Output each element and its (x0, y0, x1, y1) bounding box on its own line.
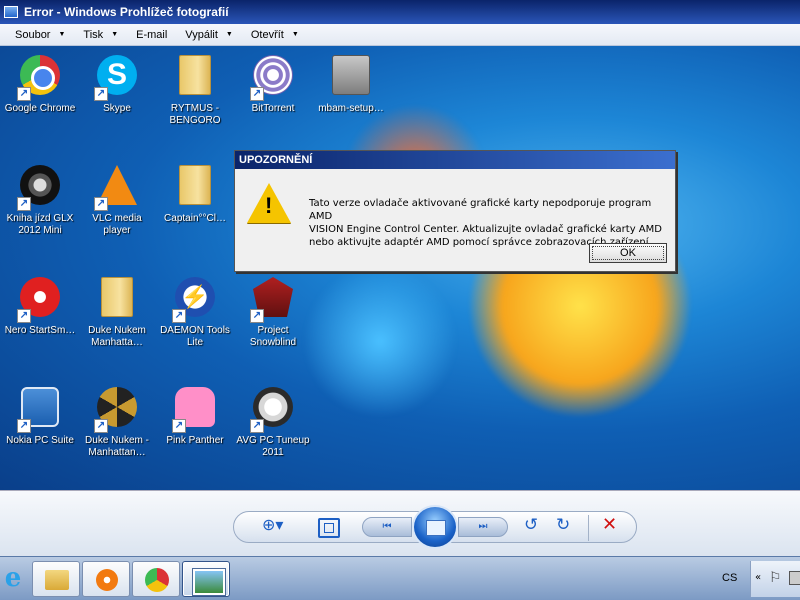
desktop-icon-label: Captain°°Cl… (164, 213, 226, 224)
menu-otevrit[interactable]: Otevřít ▼ (242, 24, 308, 46)
menu-soubor-label: Soubor (15, 28, 51, 41)
previous-button[interactable]: ⏮ (362, 517, 412, 537)
desktop-icon-nokia-pc-suite[interactable]: ↗ Nokia PC Suite (1, 384, 79, 447)
menu-otevrit-label: Otevřít (250, 28, 284, 41)
desktop-icon-label: RYTMUS - BENGORO (169, 103, 221, 126)
desktop-icon-rytmus[interactable]: RYTMUS - BENGORO (156, 52, 234, 127)
desktop-icon-pink-panther[interactable]: ↗ Pink Panther (156, 384, 234, 447)
shortcut-arrow-icon: ↗ (250, 87, 264, 101)
desktop-icon-avg-tuneup[interactable]: ↗ AVG PC Tuneup 2011 (234, 384, 312, 459)
desktop-icon-label: DAEMON Tools Lite (160, 325, 230, 348)
taskbar: e CS « ⚐ (0, 556, 800, 600)
window-title: Error - Windows Prohlížeč fotografií (24, 5, 229, 19)
desktop-icon-google-chrome[interactable]: ↗ Google Chrome (1, 52, 79, 115)
shortcut-arrow-icon: ↗ (17, 419, 31, 433)
tray-chevron-icon[interactable]: « (755, 572, 761, 583)
dialog-message-line: VISION Engine Control Center. Aktualizuj… (309, 224, 662, 235)
shortcut-arrow-icon: ↗ (172, 419, 186, 433)
ok-button[interactable]: OK (589, 243, 667, 263)
desktop-icon-label: Duke Nukem - Manhattan… (85, 435, 149, 458)
shortcut-arrow-icon: ↗ (17, 87, 31, 101)
chevron-down-icon: ▼ (291, 31, 299, 38)
desktop-icon-nero[interactable]: ↗ Nero StartSm… (1, 274, 79, 337)
shortcut-arrow-icon: ↗ (250, 309, 264, 323)
desktop-icon-skype[interactable]: S ↗ Skype (78, 52, 156, 115)
taskbar-explorer-icon[interactable] (32, 561, 80, 597)
rotate-left-button[interactable]: ↺ (524, 515, 544, 539)
folder-icon (179, 165, 211, 205)
system-tray: « ⚐ (750, 561, 800, 597)
rotate-right-button[interactable]: ↻ (556, 515, 576, 539)
zoom-button[interactable]: ⊕▾ (262, 515, 296, 539)
desktop-icon-project-snowblind[interactable]: ↗ Project Snowblind (234, 274, 312, 349)
slideshow-button[interactable] (412, 505, 458, 549)
network-icon[interactable] (789, 571, 800, 585)
shortcut-arrow-icon: ↗ (94, 87, 108, 101)
desktop-icon-label: Project Snowblind (249, 325, 297, 348)
photo-viewer-app-icon (4, 6, 18, 18)
desktop-icon-captain[interactable]: Captain°°Cl… (156, 162, 234, 225)
chevron-down-icon: ▼ (225, 31, 233, 38)
menu-vypalit-label: Vypálit (185, 28, 218, 41)
desktop-icon-label: Nokia PC Suite (6, 435, 74, 446)
dialog-title: UPOZORNĚNÍ (235, 151, 675, 169)
desktop-icon-daemon-tools[interactable]: ⚡ ↗ DAEMON Tools Lite (156, 274, 234, 349)
shortcut-arrow-icon: ↗ (250, 419, 264, 433)
menu-soubor[interactable]: Soubor ▼ (6, 24, 74, 46)
setup-icon (332, 55, 370, 95)
desktop-icon-mbam-setup[interactable]: mbam-setup… (312, 52, 390, 115)
viewer-controls-bar: ⊕▾ ⏮ ⏭ ↺ ↻ ✕ (0, 490, 800, 556)
desktop-icon-kniha-jizd[interactable]: ↗ Kniha jízd GLX 2012 Mini (1, 162, 79, 237)
chevron-down-icon: ▼ (111, 31, 119, 38)
warning-dialog: UPOZORNĚNÍ ! Tato verze ovladače aktivov… (234, 150, 676, 272)
desktop-icon-bittorrent[interactable]: ↗ BitTorrent (234, 52, 312, 115)
dialog-message: Tato verze ovladače aktivované grafické … (309, 183, 665, 248)
windows-logo-blue (300, 266, 460, 416)
menu-vypalit[interactable]: Vypálit ▼ (176, 24, 242, 46)
action-center-flag-icon[interactable]: ⚐ (769, 570, 782, 586)
desktop-icon-label: BitTorrent (251, 103, 295, 114)
menu-tisk-label: Tisk (83, 28, 104, 41)
desktop-icon-label: Duke Nukem Manhatta… (88, 325, 146, 348)
desktop-icon-label: mbam-setup… (318, 103, 384, 114)
menu-bar: Soubor ▼ Tisk ▼ E-mail Vypálit ▼ Otevřít ▼ (0, 24, 800, 46)
desktop-icon-label: Skype (103, 103, 131, 114)
window-title-bar[interactable]: Error - Windows Prohlížeč fotografií (0, 0, 800, 24)
desktop-icon-label: Google Chrome (4, 103, 76, 114)
desktop-icon-label: VLC media player (92, 213, 142, 236)
toolbar-divider (588, 515, 589, 541)
taskbar-photo-viewer-icon[interactable] (182, 561, 230, 597)
desktop-icon-duke-nukem-folder[interactable]: Duke Nukem Manhatta… (78, 274, 156, 349)
next-button[interactable]: ⏭ (458, 517, 508, 537)
language-indicator[interactable]: CS (722, 572, 737, 584)
taskbar-internet-explorer-icon[interactable]: e (0, 561, 26, 597)
delete-button[interactable]: ✕ (602, 514, 622, 538)
taskbar-media-player-icon[interactable] (82, 561, 130, 597)
menu-email-label: E-mail (136, 28, 168, 41)
actual-size-button[interactable] (318, 518, 340, 538)
shortcut-arrow-icon: ↗ (17, 309, 31, 323)
chevron-down-icon: ▼ (58, 31, 66, 38)
folder-icon (179, 55, 211, 95)
folder-icon (101, 277, 133, 317)
shortcut-arrow-icon: ↗ (172, 309, 186, 323)
taskbar-chrome-icon[interactable] (132, 561, 180, 597)
desktop-icon-label: Kniha jízd GLX 2012 Mini (6, 213, 74, 236)
desktop-icon-label: Pink Panther (166, 435, 224, 446)
shortcut-arrow-icon: ↗ (94, 419, 108, 433)
desktop-icon-label: Nero StartSm… (4, 325, 76, 336)
desktop-icon-duke-nukem[interactable]: ↗ Duke Nukem - Manhattan… (78, 384, 156, 459)
dialog-message-line: Tato verze ovladače aktivované grafické … (309, 198, 652, 222)
desktop-icon-vlc[interactable]: ↗ VLC media player (78, 162, 156, 237)
menu-tisk[interactable]: Tisk ▼ (74, 24, 127, 46)
desktop-icon-label: AVG PC Tuneup 2011 (236, 435, 310, 458)
menu-email[interactable]: E-mail (127, 24, 176, 46)
shortcut-arrow-icon: ↗ (94, 197, 108, 211)
warning-icon: ! (247, 183, 291, 223)
shortcut-arrow-icon: ↗ (17, 197, 31, 211)
